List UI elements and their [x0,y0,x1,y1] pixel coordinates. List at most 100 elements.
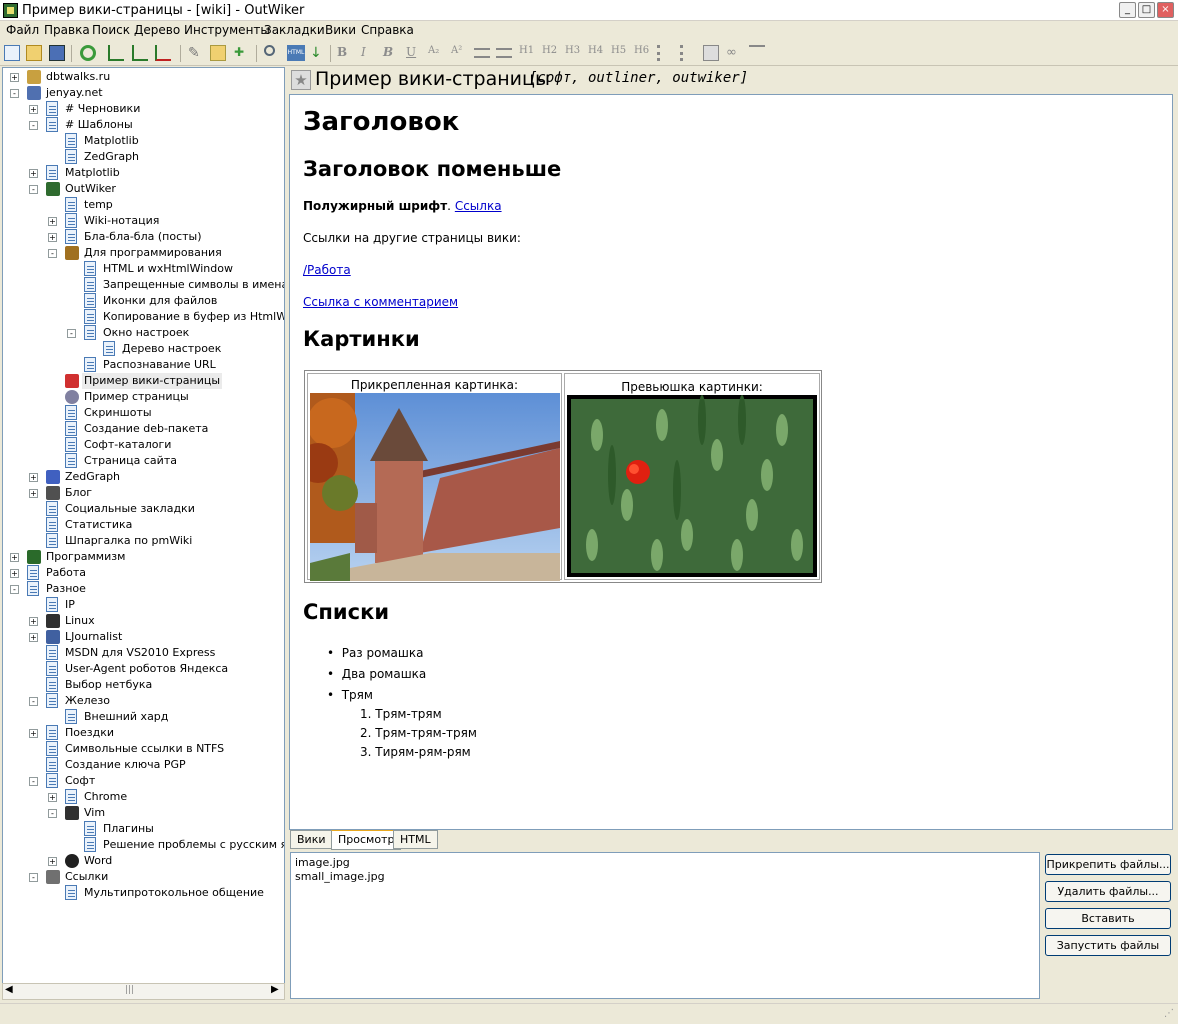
link-icon[interactable]: ∞ [726,45,742,61]
attach-icon[interactable]: ✎ [188,45,204,61]
new-page-icon[interactable] [4,45,20,61]
reload-icon[interactable] [80,45,96,61]
expand-icon[interactable]: + [48,857,57,866]
page-icon [65,213,77,228]
collapse-icon[interactable]: - [48,809,57,818]
numbered-item-3: 3. Тирям-рям-рям [360,745,471,759]
link-with-comment[interactable]: Ссылка с комментарием [303,295,458,309]
collapse-icon[interactable]: - [67,329,76,338]
add-sibling-icon[interactable] [108,45,124,61]
bold-button[interactable]: B [337,45,347,59]
collapse-icon[interactable]: - [10,89,19,98]
align-center-icon[interactable] [474,48,490,58]
tree-node-label: LJournalist [65,630,123,643]
scroll-left-arrow-icon[interactable]: ◀ [5,984,13,995]
save-icon[interactable] [49,45,65,61]
heading6-button[interactable]: H6 [634,45,649,56]
italic-button[interactable]: I [361,45,366,59]
minimize-button[interactable]: _ [1119,2,1136,18]
tree-horizontal-scrollbar[interactable]: ◀ ||| ▶ [2,983,285,1000]
expand-icon[interactable]: + [48,217,57,226]
scroll-right-arrow-icon[interactable]: ▶ [271,984,279,995]
tree-node-label: # Шаблоны [65,118,133,131]
align-justify-icon[interactable] [496,48,512,58]
numbered-list-icon[interactable] [680,45,696,61]
attachment-item[interactable]: small_image.jpg [295,870,385,883]
close-button[interactable]: × [1157,2,1174,18]
menu-tree[interactable]: Дерево [134,23,180,37]
bold-italic-button[interactable]: B [383,45,393,59]
heading3-button[interactable]: H3 [565,45,580,56]
menu-file[interactable]: Файл [6,23,39,37]
tab-preview[interactable]: Просмотр [331,830,402,850]
heading4-button[interactable]: H4 [588,45,603,56]
tree-node-label: Wiki-нотация [84,214,160,227]
heading1-button[interactable]: H1 [519,45,534,56]
expand-icon[interactable]: + [10,73,19,82]
heading5-button[interactable]: H5 [611,45,626,56]
attachment-item[interactable]: image.jpg [295,856,350,869]
open-folder-icon[interactable] [26,45,42,61]
delete-files-button[interactable]: Удалить файлы... [1045,881,1171,902]
bullet-list-icon[interactable] [657,45,673,61]
remove-page-icon[interactable] [155,45,171,61]
download-icon[interactable]: ↓ [310,45,326,61]
collapse-icon[interactable]: - [29,777,38,786]
expand-icon[interactable]: + [29,617,38,626]
expand-icon[interactable]: + [29,473,38,482]
page-tags[interactable]: [софт, outliner, outwiker] [529,70,748,86]
notes-tree[interactable]: + dbtwalks.ru - jenyay.net + # Черновики - # Ша… [2,67,285,1000]
expand-icon[interactable]: + [29,633,38,642]
scroll-thumb-grip-icon[interactable]: ||| [125,985,134,995]
search-icon[interactable] [264,45,275,56]
tab-html[interactable]: HTML [393,830,438,849]
star-icon[interactable]: ★ [291,70,311,90]
collapse-icon[interactable]: - [48,249,57,258]
edit-tags-icon[interactable] [210,45,226,61]
expand-icon[interactable]: + [10,553,19,562]
collapse-icon[interactable]: - [29,121,38,130]
collapse-icon[interactable]: - [29,873,38,882]
links-intro: Ссылки на другие страницы вики: [303,231,521,245]
page-icon [103,341,115,356]
tree-node-label: ZedGraph [84,150,140,163]
bullet-item-1: • Раз ромашка [327,646,424,660]
html-code-icon[interactable]: HTML [287,45,305,61]
maximize-button[interactable]: □ [1138,2,1155,18]
link-ssylka[interactable]: Ссылка [455,199,502,213]
resize-grip-icon[interactable]: ⋰ [1164,1008,1174,1019]
collapse-icon[interactable]: - [29,185,38,194]
heading2-button[interactable]: H2 [542,45,557,56]
bookmark-add-icon[interactable]: ✚ [234,45,250,61]
page-icon [65,421,77,436]
menu-tools[interactable]: Инструменты [184,23,270,37]
menu-bookmarks[interactable]: Закладки [264,23,325,37]
expand-icon[interactable]: + [29,729,38,738]
thumbnail-image-tulips[interactable] [567,395,817,577]
tab-wiki[interactable]: Вики [290,830,333,849]
collapse-icon[interactable]: - [29,697,38,706]
link-work[interactable]: /Работа [303,263,351,277]
expand-icon[interactable]: + [29,105,38,114]
menu-search[interactable]: Поиск [92,23,130,37]
expand-icon[interactable]: + [29,489,38,498]
code-block-icon[interactable] [703,45,719,61]
menu-help[interactable]: Справка [361,23,414,37]
superscript-button[interactable]: A² [451,45,462,56]
expand-icon[interactable]: + [29,169,38,178]
collapse-icon[interactable]: - [10,585,19,594]
subscript-button[interactable]: A₂ [428,45,439,56]
thumbnail-image-cell: Превьюшка картинки: [564,373,820,580]
expand-icon[interactable]: + [10,569,19,578]
attach-files-button[interactable]: Прикрепить файлы... [1045,854,1171,875]
run-files-button[interactable]: Запустить файлы [1045,935,1171,956]
add-child-icon[interactable] [132,45,148,61]
attachments-list[interactable]: image.jpg small_image.jpg [290,852,1040,999]
underline-button[interactable]: U [406,45,416,59]
insert-button[interactable]: Вставить [1045,908,1171,929]
expand-icon[interactable]: + [48,233,57,242]
expand-icon[interactable]: + [48,793,57,802]
menu-wiki[interactable]: Вики [325,23,356,37]
menu-edit[interactable]: Правка [44,23,90,37]
horizontal-line-icon[interactable] [749,45,765,51]
